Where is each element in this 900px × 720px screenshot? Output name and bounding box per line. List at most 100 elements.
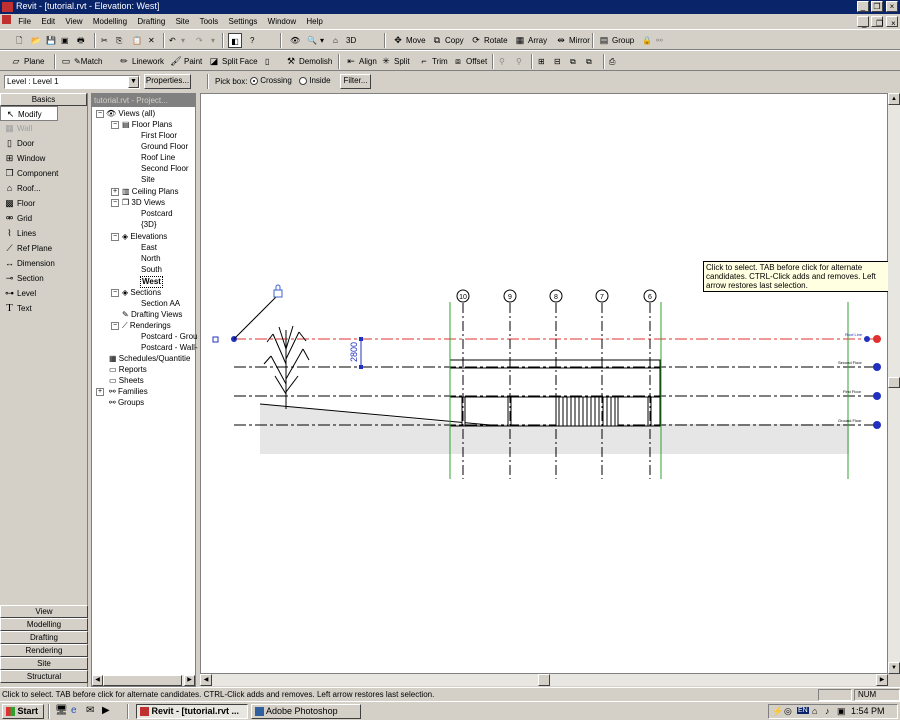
split-face-button[interactable]: ◪ Split Face <box>208 54 258 69</box>
dimension-text-2800[interactable]: 2800 <box>349 342 359 362</box>
tool-modify[interactable]: ↖ Modify <box>0 106 58 121</box>
tool-ref-plane[interactable]: ⟋ Ref Plane <box>0 241 87 256</box>
tree-views-all[interactable]: 👁 Views (all) <box>106 109 155 119</box>
tray-network-icon[interactable]: ⌂ <box>812 706 817 716</box>
view-3d-button[interactable]: 3D <box>346 33 356 48</box>
rotate-button[interactable]: ⟳ Rotate <box>470 33 507 48</box>
doc-close-icon[interactable]: × <box>886 16 898 28</box>
design-tab-basics[interactable]: Basics <box>0 93 87 106</box>
scroll-left-icon[interactable]: ◀ <box>200 674 212 686</box>
collapse-icon[interactable]: − <box>111 289 119 297</box>
expand-icon[interactable]: + <box>96 388 104 396</box>
redo-icon[interactable]: ↷ <box>196 33 203 48</box>
whats-this-icon[interactable]: ? <box>250 33 254 48</box>
task-revit[interactable]: Revit - [tutorial.rvt ... <box>136 704 248 719</box>
collapse-icon[interactable]: − <box>111 121 119 129</box>
drawing-area[interactable]: 10 9 8 7 6 2800 Roof Line Second Floor F… <box>200 93 888 674</box>
menu-file[interactable]: File <box>14 15 35 26</box>
tree-ceiling-plans[interactable]: ▥ Ceiling Plans <box>122 187 179 197</box>
cursor-tool-icon[interactable]: ▯ <box>265 54 269 69</box>
tree-south[interactable]: South <box>141 265 162 275</box>
scroll-right-icon[interactable]: ▶ <box>184 675 195 686</box>
lock-constraint-icon[interactable] <box>273 284 283 298</box>
tray-globe-icon[interactable]: ◎ <box>784 706 792 717</box>
tree-roof-line[interactable]: Roof Line <box>141 153 175 163</box>
lock-icon[interactable]: 🔒 <box>642 33 652 48</box>
trim-button[interactable]: ⌐ Trim <box>418 54 447 69</box>
level-end-grip[interactable] <box>212 336 219 343</box>
collapse-icon[interactable]: − <box>111 199 119 207</box>
quicklaunch-media-icon[interactable]: ▶ <box>102 705 110 716</box>
menu-window[interactable]: Window <box>264 15 300 26</box>
tree-sheets[interactable]: ▭ Sheets <box>109 376 144 386</box>
tree-ground-floor[interactable]: Ground Floor <box>141 142 188 152</box>
tree-floor-plans[interactable]: ▤ Floor Plans <box>122 120 172 130</box>
scroll-right-icon[interactable]: ▶ <box>876 674 888 686</box>
properties-button[interactable]: Properties... <box>144 74 191 89</box>
tree-postcard-ground[interactable]: Postcard - Grou <box>141 332 197 342</box>
tool-floor[interactable]: ▩ Floor <box>0 196 87 211</box>
collapse-icon[interactable]: − <box>96 110 104 118</box>
zoom-arrow-icon[interactable]: ▾ <box>320 33 324 48</box>
level-head-roof[interactable]: Roof Line <box>845 332 881 343</box>
tool-grid[interactable]: ⚮ Grid <box>0 211 87 226</box>
drawing-vscrollbar[interactable]: ▲ ▼ <box>888 93 900 674</box>
paint-button[interactable]: 🖌 Paint <box>170 54 202 69</box>
move-button[interactable]: ✥ Move <box>392 33 425 48</box>
filter-button[interactable]: Filter... <box>340 74 371 89</box>
collapse-icon[interactable]: − <box>111 322 119 330</box>
tree-elevations[interactable]: ◈ Elevations <box>122 232 167 242</box>
visibility-icon[interactable]: 👁 <box>290 33 300 48</box>
tool-text[interactable]: T Text <box>0 301 87 316</box>
match-button[interactable]: ▭ ✎Match <box>60 54 103 69</box>
browser-hscrollbar[interactable]: ◀ ▶ <box>92 675 195 686</box>
copy-clipboard-icon[interactable]: ⎙ <box>609 54 615 69</box>
wall-joins-icon[interactable]: ⊞ <box>538 54 545 69</box>
undo-arrow-icon[interactable]: ▾ <box>181 33 185 48</box>
minimize-icon[interactable]: _ <box>857 1 869 12</box>
elevation-view[interactable]: 10 9 8 7 6 2800 Roof Line Second Floor F… <box>201 94 889 675</box>
scroll-down-icon[interactable]: ▼ <box>888 662 900 674</box>
tray-volume-icon[interactable]: ♪ <box>825 706 830 716</box>
array-button[interactable]: ▦ Array <box>514 33 547 48</box>
tray-misc-icon[interactable]: ▣ <box>837 706 846 717</box>
split-button[interactable]: ✳ Split <box>380 54 409 69</box>
level-head-first[interactable]: First Floor <box>843 389 881 400</box>
tree-west-selected[interactable]: West <box>140 276 163 288</box>
menu-view[interactable]: View <box>61 15 86 26</box>
tool-level[interactable]: ⊶ Level <box>0 286 87 301</box>
delete-icon[interactable]: ✕ <box>148 33 155 48</box>
collapse-icon[interactable]: − <box>111 233 119 241</box>
design-tab-structural[interactable]: Structural <box>0 670 88 683</box>
tree-3d-default[interactable]: {3D} <box>141 220 157 230</box>
copy-button[interactable]: ⧉ Copy <box>431 33 464 48</box>
plane-button[interactable]: ▱ Plane <box>10 54 45 69</box>
tree-postcard[interactable]: Postcard <box>141 209 173 219</box>
doc-restore-icon[interactable]: ❐ <box>871 16 883 28</box>
tool-wall[interactable]: ▦ Wall <box>0 121 87 136</box>
tree-north[interactable]: North <box>141 254 161 264</box>
tree-east[interactable]: East <box>141 243 157 253</box>
expand-icon[interactable]: + <box>111 188 119 196</box>
save-icon[interactable]: 💾 <box>46 33 56 48</box>
quicklaunch-desktop-icon[interactable]: 🖥 <box>55 705 68 716</box>
menu-tools[interactable]: Tools <box>196 15 223 26</box>
inside-radio[interactable]: Inside <box>299 76 331 85</box>
start-button[interactable]: Start <box>2 704 44 719</box>
tree-schedules[interactable]: ▦ Schedules/Quantitie <box>109 354 190 364</box>
task-photoshop[interactable]: Adobe Photoshop <box>251 704 361 719</box>
zoom-icon[interactable]: 🔍 <box>307 33 317 48</box>
design-tab-site[interactable]: Site <box>0 657 88 670</box>
design-tab-rendering[interactable]: Rendering <box>0 644 88 657</box>
menu-modelling[interactable]: Modelling <box>89 15 131 26</box>
pin-icon[interactable]: ⚲ <box>499 54 505 69</box>
level-head-second[interactable]: Second Floor <box>838 360 881 371</box>
tree-postcard-wall[interactable]: Postcard - Wall- <box>141 343 198 353</box>
print-icon[interactable]: 🖶 <box>77 33 85 48</box>
new-icon[interactable]: 🗋 <box>16 33 22 48</box>
design-tab-view[interactable]: View <box>0 605 88 618</box>
design-tab-drafting[interactable]: Drafting <box>0 631 88 644</box>
drawing-hscrollbar[interactable]: ◀ ▶ <box>200 674 888 686</box>
save-all-icon[interactable]: ▣ <box>61 33 69 48</box>
scroll-left-icon[interactable]: ◀ <box>92 675 103 686</box>
